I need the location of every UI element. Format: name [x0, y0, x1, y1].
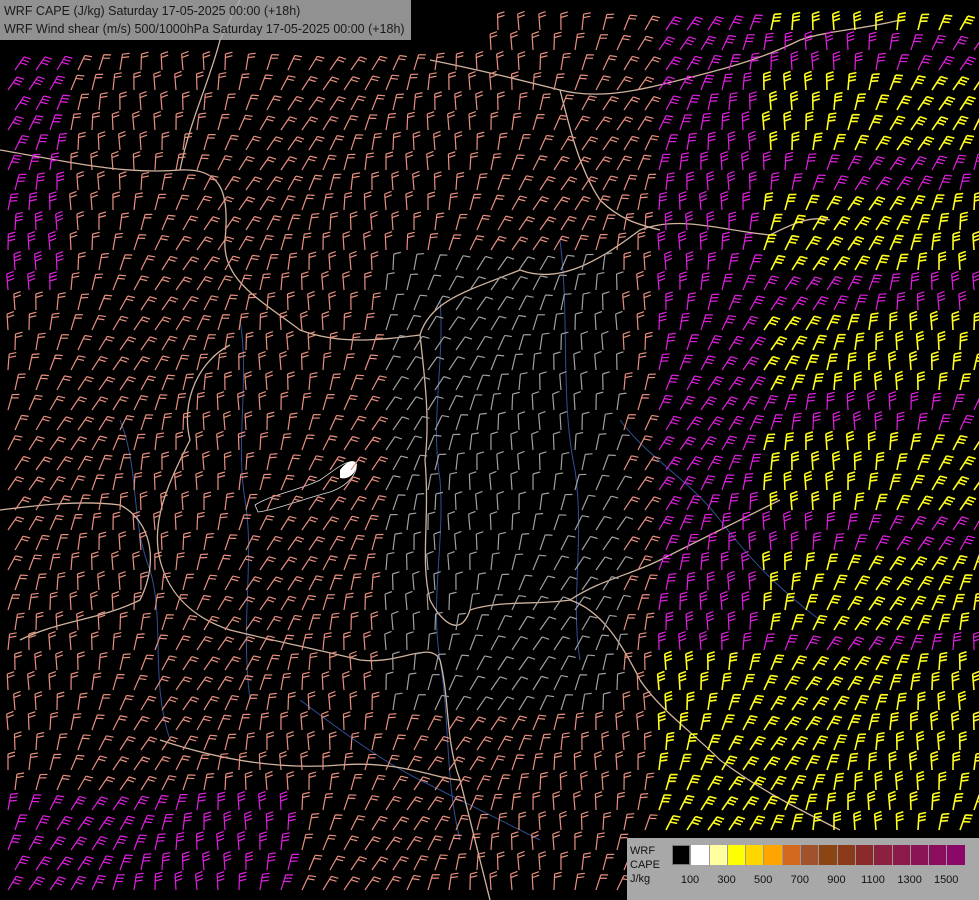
legend-tick-label: 1300 [897, 874, 922, 886]
legend-label-unit: J/kg [630, 873, 651, 885]
legend-swatch [708, 845, 727, 865]
title-panel: WRF CAPE (J/kg) Saturday 17-05-2025 00:0… [0, 0, 411, 40]
legend-swatch [800, 845, 819, 865]
legend-tick-label: 500 [754, 874, 773, 886]
legend-ticks: 100 300 500 700 900 1100 1300 1500 [672, 874, 972, 888]
title-wind-shear: WRF Wind shear (m/s) 500/1000hPa Saturda… [4, 22, 405, 36]
legend-tick-label: 1100 [861, 874, 885, 886]
wind-shear-map [0, 0, 979, 900]
legend-label-variable: CAPE [630, 859, 660, 871]
legend-swatch [891, 845, 910, 865]
legend-swatch [818, 845, 837, 865]
legend-swatch [763, 845, 782, 865]
legend-swatch [873, 845, 892, 865]
cape-legend: WRF CAPE J/kg 100 300 500 700 900 1100 1300 150… [627, 838, 979, 900]
legend-swatches [672, 845, 965, 865]
legend-label-model: WRF [630, 845, 656, 857]
legend-tick-label: 100 [680, 874, 700, 886]
legend-labels: WRF CAPE J/kg [630, 844, 660, 886]
legend-swatch [946, 845, 965, 865]
legend-swatch [854, 845, 874, 865]
legend-tick-label: 700 [790, 874, 809, 886]
legend-swatch [726, 845, 746, 865]
legend-swatch [781, 845, 801, 865]
legend-tick-label: 900 [827, 874, 846, 886]
legend-swatch [672, 845, 691, 865]
legend-tick-label: 1500 [933, 874, 959, 886]
legend-swatch [745, 845, 764, 865]
legend-swatch [690, 845, 709, 865]
legend-swatch [836, 845, 855, 865]
legend-tick-label: 300 [717, 874, 736, 886]
legend-swatch [909, 845, 929, 865]
legend-swatch [928, 845, 947, 865]
title-cape: WRF CAPE (J/kg) Saturday 17-05-2025 00:0… [4, 4, 301, 18]
